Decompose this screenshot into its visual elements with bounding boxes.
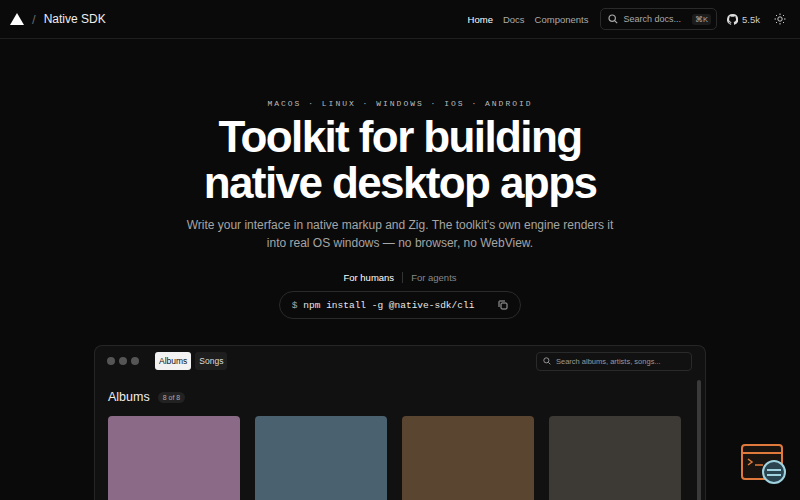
demo-toolbar: AlbumsSongs Search albums, artists, songs… xyxy=(95,346,705,376)
hero-title: Toolkit for buildingnative desktop apps xyxy=(204,114,597,206)
search-placeholder: Search albums, artists, songs... xyxy=(556,357,661,366)
github-icon xyxy=(727,14,738,25)
window-dot[interactable] xyxy=(119,357,127,365)
command-text: npm install -g @native-sdk/cli xyxy=(303,300,474,311)
platforms-list: MACOS · LINUX · WINDOWS · IOS · ANDROID xyxy=(267,99,532,108)
demo-content: Albums 8 of 8 xyxy=(95,376,705,500)
albums-count: 8 of 8 xyxy=(158,392,186,403)
demo-tab[interactable]: Albums xyxy=(155,352,191,370)
album-cover[interactable] xyxy=(402,416,534,500)
album-cover[interactable] xyxy=(255,416,387,500)
install-tab[interactable]: For humans xyxy=(335,272,402,283)
scrollbar[interactable] xyxy=(697,380,701,500)
docs-search[interactable]: Search docs... ⌘K xyxy=(600,8,717,30)
window-dot[interactable] xyxy=(131,357,139,365)
album-cover[interactable] xyxy=(108,416,240,500)
search-placeholder: Search docs... xyxy=(623,14,681,24)
assistant-widget-icon[interactable] xyxy=(741,444,789,486)
copy-icon[interactable] xyxy=(498,300,508,310)
triangle-logo-icon[interactable] xyxy=(10,13,24,25)
install-tabs: For humansFor agents xyxy=(335,272,464,283)
top-nav: / Native SDK Home Docs Components Search docs… xyxy=(0,0,800,39)
demo-search[interactable]: Search albums, artists, songs... xyxy=(536,352,692,371)
window-dot[interactable] xyxy=(107,357,115,365)
nav-link[interactable]: Home xyxy=(468,14,493,25)
demo-tab[interactable]: Songs xyxy=(195,352,227,370)
album-cover[interactable] xyxy=(549,416,681,500)
brand-name[interactable]: Native SDK xyxy=(44,12,106,26)
albums-heading: Albums xyxy=(108,390,150,404)
search-icon xyxy=(543,357,551,365)
prompt: $ xyxy=(292,300,298,311)
nav-link[interactable]: Docs xyxy=(503,14,525,25)
install-command: $ npm install -g @native-sdk/cli xyxy=(279,291,522,319)
separator: / xyxy=(32,12,36,27)
search-icon xyxy=(608,14,618,24)
sun-icon[interactable] xyxy=(774,13,786,25)
install-tab[interactable]: For agents xyxy=(402,272,464,283)
nav-link[interactable]: Components xyxy=(535,14,589,25)
hero: MACOS · LINUX · WINDOWS · IOS · ANDROID T… xyxy=(0,39,800,319)
hero-subtitle: Write your interface in native markup an… xyxy=(187,216,614,252)
page: / Native SDK Home Docs Components Search docs… xyxy=(0,0,800,500)
github-stars: 5.5k xyxy=(742,14,760,25)
github-link[interactable]: 5.5k xyxy=(727,14,760,25)
demo-window: AlbumsSongsSearch albums, artists, songs… xyxy=(94,345,706,500)
shortcut-key: ⌘K xyxy=(692,14,711,25)
